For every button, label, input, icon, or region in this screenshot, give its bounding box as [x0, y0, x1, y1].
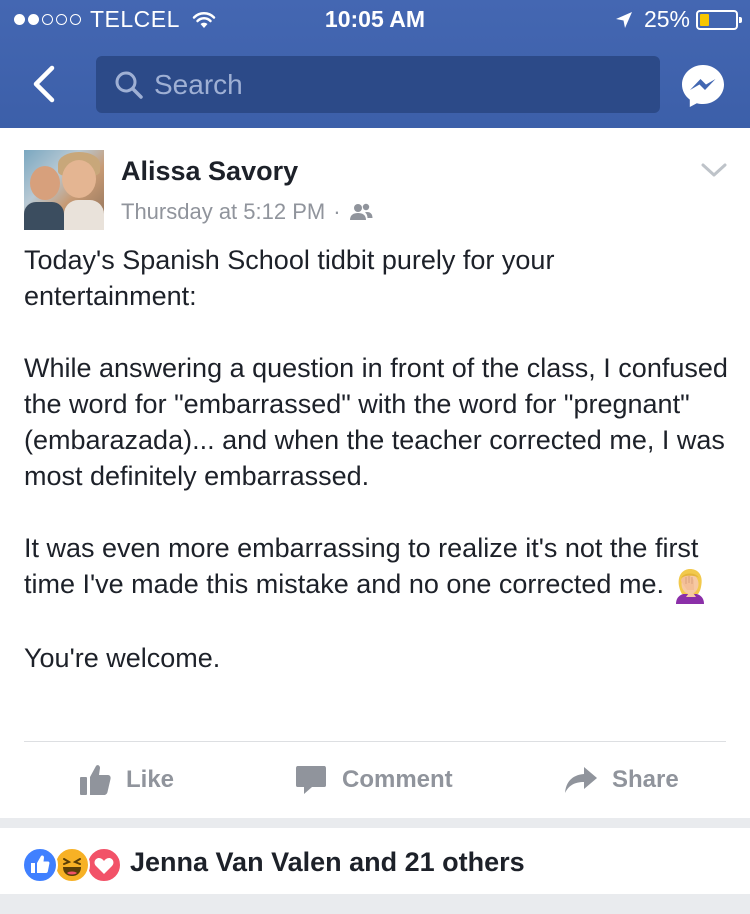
battery-icon [696, 9, 742, 30]
reactions-summary[interactable]: Jenna Van Valen and 21 others [0, 828, 750, 894]
author-name[interactable]: Alissa Savory [121, 156, 298, 187]
post-paragraph: You're welcome. [24, 642, 221, 673]
meta-separator: · [333, 199, 341, 224]
messenger-icon[interactable] [680, 62, 726, 108]
like-label: Like [126, 766, 175, 793]
comment-label: Comment [342, 766, 453, 793]
friends-icon [349, 203, 373, 220]
post-meta: Thursday at 5:12 PM · [121, 199, 373, 225]
search-field[interactable]: Search [96, 56, 660, 113]
haha-reaction-icon [54, 847, 90, 883]
post-paragraph: Today's Spanish School tidbit purely for… [24, 245, 555, 311]
post-timestamp[interactable]: Thursday at 5:12 PM [121, 199, 325, 225]
facepalm-woman-emoji [675, 568, 704, 604]
post-paragraph: While answering a question in front of t… [24, 353, 728, 491]
chevron-down-icon[interactable] [700, 160, 728, 180]
back-chevron-icon[interactable] [26, 64, 66, 104]
search-placeholder: Search [154, 68, 243, 100]
post-paragraph: It was even more embarrassing to realize… [24, 533, 699, 599]
search-icon [115, 71, 143, 99]
share-button[interactable]: Share [564, 742, 679, 818]
author-avatar[interactable] [24, 150, 104, 230]
nav-bar: Search [0, 56, 750, 114]
like-button[interactable]: Like [78, 742, 174, 818]
location-arrow-icon [615, 11, 632, 28]
post-paragraph-with-emoji: It was even more embarrassing to realize… [24, 530, 730, 604]
feed-post: Alissa Savory Thursday at 5:12 PM · Toda… [0, 128, 750, 818]
post-body: Today's Spanish School tidbit purely for… [24, 242, 730, 676]
app-header: TELCEL 10:05 AM 25% Search [0, 0, 750, 128]
thumbs-up-icon [80, 765, 111, 795]
battery-level [700, 13, 709, 26]
share-label: Share [612, 766, 679, 793]
comment-icon [296, 766, 326, 794]
love-reaction-icon [86, 847, 122, 883]
like-reaction-icon [22, 847, 58, 883]
comment-button[interactable]: Comment [294, 742, 453, 818]
action-bar: Like Comment Share [0, 742, 750, 818]
reactions-text: Jenna Van Valen and 21 others [130, 847, 525, 877]
share-icon [565, 767, 597, 793]
battery-percent: 25% [643, 6, 690, 32]
battery-group: 25% [614, 6, 742, 33]
status-bar: TELCEL 10:05 AM 25% [0, 0, 750, 40]
